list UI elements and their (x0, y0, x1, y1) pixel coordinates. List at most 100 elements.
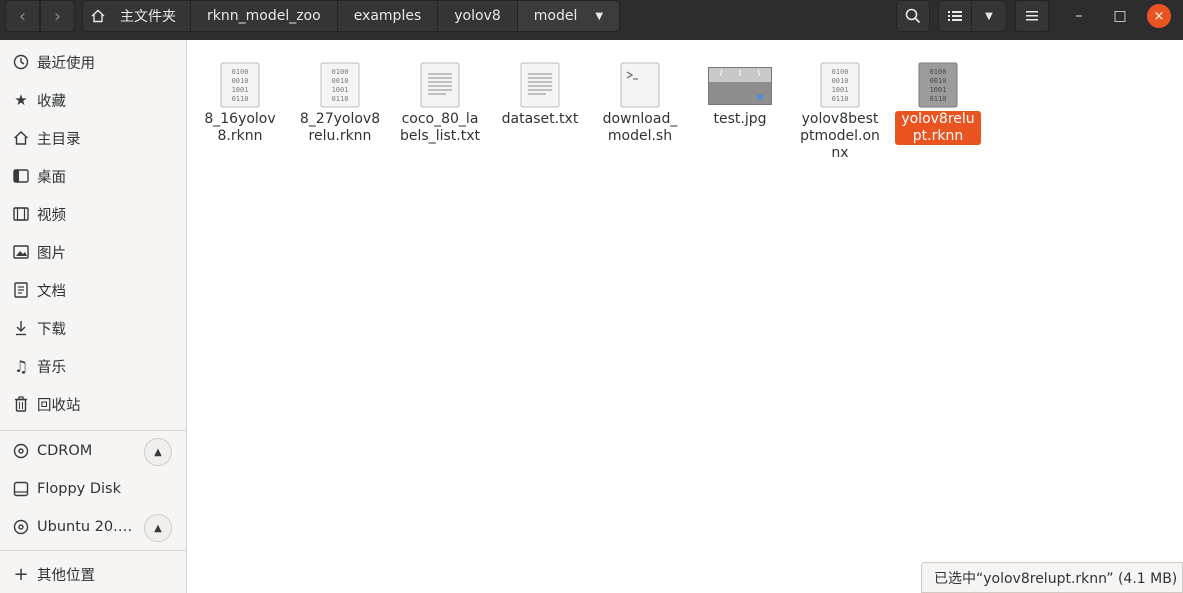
sidebar-item-starred[interactable]: ★ 收藏 (0, 81, 186, 119)
document-icon (12, 281, 30, 299)
chevron-down-icon[interactable]: ▼ (595, 11, 603, 22)
drive-icon (12, 480, 30, 498)
picture-icon (12, 243, 30, 261)
file-item[interactable]: dataset.txt (495, 62, 585, 128)
sidebar-item-other-locations[interactable]: + 其他位置 (0, 555, 186, 593)
chevron-right-icon: › (53, 5, 62, 27)
sidebar-item-desktop[interactable]: 桌面 (0, 157, 186, 195)
sidebar-item-label: 下载 (37, 321, 66, 338)
breadcrumb-model[interactable]: model ▼ (517, 0, 621, 32)
sidebar-item-floppy[interactable]: Floppy Disk (0, 470, 186, 508)
sidebar-item-documents[interactable]: 文档 (0, 271, 186, 309)
sidebar-item-label: Ubuntu 20.0... (37, 519, 137, 535)
sidebar-item-pictures[interactable]: 图片 (0, 233, 186, 271)
sidebar-item-trash[interactable]: 回收站 (0, 385, 186, 423)
file-name: yolov8relupt.rknn (895, 111, 981, 145)
binary-file-icon: 0100 0010 1001 0110 (220, 62, 260, 108)
maximize-button[interactable]: □ (1108, 4, 1132, 28)
file-name: download_model.sh (602, 111, 678, 144)
minimize-button[interactable]: – (1067, 4, 1091, 28)
sidebar-item-label: 桌面 (37, 169, 66, 186)
home-icon (12, 129, 30, 147)
breadcrumb-label: examples (353, 8, 422, 24)
image-thumbnail (708, 67, 772, 105)
main-menu-button[interactable] (1015, 0, 1049, 32)
eject-button[interactable]: ▲ (144, 514, 172, 542)
breadcrumb: 主文件夹 rknn_model_zoo examples yolov8 mode… (82, 0, 621, 32)
back-button[interactable]: ‹ (5, 0, 40, 32)
file-item[interactable]: download_model.sh (595, 62, 685, 145)
maximize-icon: □ (1113, 8, 1127, 24)
star-icon: ★ (14, 91, 28, 109)
file-name: 8_16yolov8.rknn (204, 111, 276, 144)
chevron-down-icon: ▼ (985, 10, 993, 22)
breadcrumb-label: 主文件夹 (120, 9, 176, 25)
file-item[interactable]: coco_80_labels_list.txt (395, 62, 485, 145)
svg-text:0010: 0010 (232, 77, 249, 85)
music-icon: ♫ (13, 356, 29, 376)
sidebar-item-recent[interactable]: 最近使用 (0, 43, 186, 81)
binary-file-icon: 0100 0010 1001 0110 (820, 62, 860, 108)
forward-button[interactable]: › (40, 0, 75, 32)
file-item[interactable]: test.jpg (695, 62, 785, 128)
file-item[interactable]: 0100 0010 1001 0110 8_16yolov8.rknn (195, 62, 285, 145)
breadcrumb-yolov8[interactable]: yolov8 (438, 0, 518, 32)
sidebar-item-label: 其他位置 (37, 567, 95, 584)
sidebar-item-label: 图片 (37, 245, 66, 262)
svg-text:0110: 0110 (232, 95, 249, 103)
file-name: test.jpg (713, 111, 767, 127)
disc-icon (12, 442, 30, 460)
file-item[interactable]: 0100 0010 1001 0110 8_27yolov8relu.rknn (295, 62, 385, 145)
sidebar-item-label: CDROM (37, 443, 93, 459)
plus-icon: + (13, 563, 29, 585)
text-file-icon (420, 62, 460, 108)
file-item-selected[interactable]: 0100 0010 1001 0110 yolov8relupt.rknn (893, 62, 983, 145)
svg-text:1001: 1001 (232, 86, 249, 94)
file-name: coco_80_labels_list.txt (400, 111, 480, 144)
desktop-icon (12, 167, 30, 185)
file-name: 8_27yolov8relu.rknn (299, 111, 381, 144)
sidebar-item-downloads[interactable]: 下载 (0, 309, 186, 347)
svg-text:0010: 0010 (832, 77, 849, 85)
breadcrumb-label: model (533, 8, 578, 24)
close-icon: × (1153, 8, 1165, 24)
sidebar-item-label: 文档 (37, 283, 66, 300)
breadcrumb-label: rknn_model_zoo (207, 8, 321, 24)
sidebar: 最近使用 ★ 收藏 主目录 桌面 视频 图片 文档 下载 ♫ 音乐 回收站 CD… (0, 40, 187, 593)
minimize-icon: – (1075, 8, 1083, 24)
svg-text:1001: 1001 (832, 86, 849, 94)
script-file-icon (620, 62, 660, 108)
sidebar-item-music[interactable]: ♫ 音乐 (0, 347, 186, 385)
svg-text:0100: 0100 (332, 68, 349, 76)
file-view: 0100 0010 1001 0110 8_16yolov8.rknn 0100… (188, 40, 1183, 593)
list-view-button[interactable] (938, 0, 972, 32)
breadcrumb-examples[interactable]: examples (337, 0, 439, 32)
svg-text:0100: 0100 (232, 68, 249, 76)
close-button[interactable]: × (1147, 4, 1171, 28)
svg-text:0010: 0010 (332, 77, 349, 85)
video-icon (12, 205, 30, 223)
search-button[interactable] (896, 0, 930, 32)
text-file-icon (520, 62, 560, 108)
svg-text:0110: 0110 (930, 95, 947, 103)
file-name: dataset.txt (501, 111, 579, 127)
chevron-left-icon: ‹ (18, 5, 27, 27)
sidebar-item-label: 视频 (37, 207, 66, 224)
eject-button[interactable]: ▲ (144, 438, 172, 466)
svg-text:0110: 0110 (832, 95, 849, 103)
file-item[interactable]: 0100 0010 1001 0110 yolov8bestptmodel.on… (795, 62, 885, 162)
breadcrumb-label: yolov8 (454, 8, 501, 24)
recent-icon (12, 53, 30, 71)
breadcrumb-rknn-model-zoo[interactable]: rknn_model_zoo (191, 0, 338, 32)
sidebar-item-label: 最近使用 (37, 55, 95, 72)
breadcrumb-home[interactable]: 主文件夹 (82, 0, 191, 32)
svg-text:0100: 0100 (832, 68, 849, 76)
file-name: yolov8bestptmodel.onnx (800, 111, 880, 161)
disc-icon (12, 518, 30, 536)
sidebar-item-videos[interactable]: 视频 (0, 195, 186, 233)
download-icon (12, 319, 30, 337)
view-options-button[interactable]: ▼ (971, 0, 1007, 32)
sidebar-divider (0, 550, 186, 551)
sidebar-item-home[interactable]: 主目录 (0, 119, 186, 157)
sidebar-item-label: 音乐 (37, 359, 66, 376)
